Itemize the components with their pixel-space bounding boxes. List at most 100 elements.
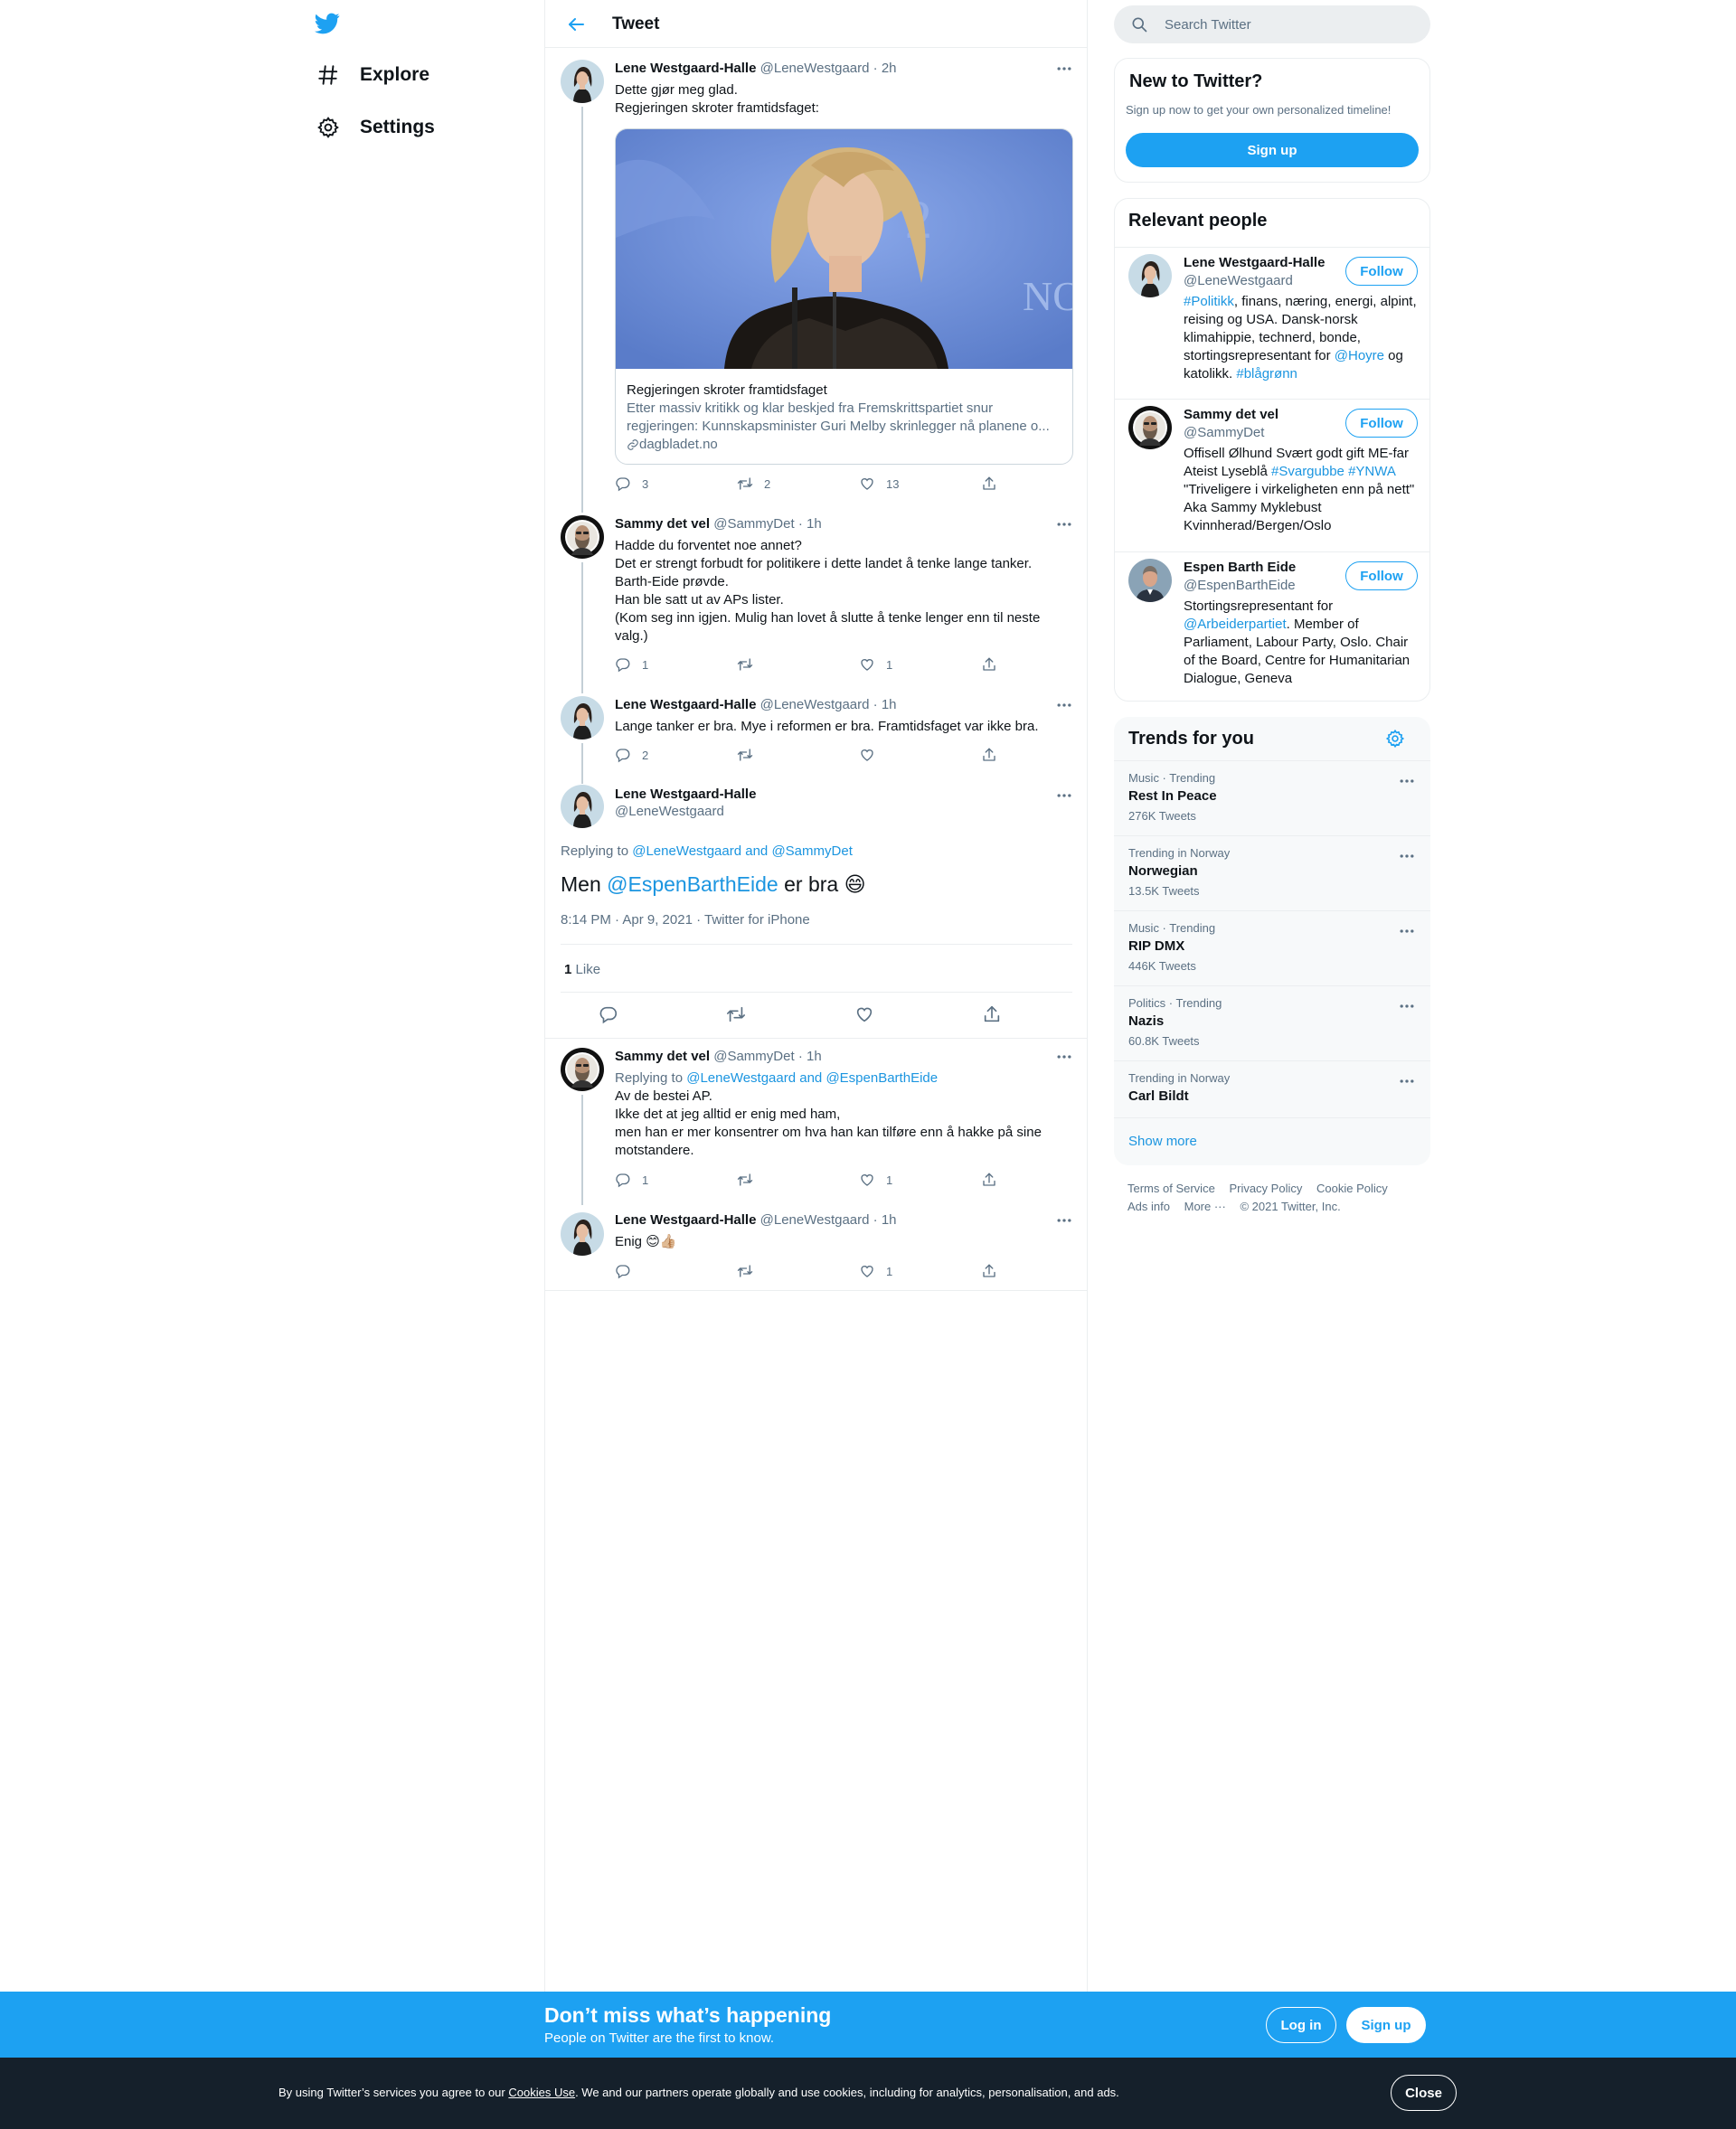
- avatar[interactable]: [561, 696, 604, 739]
- more-icon[interactable]: [1055, 60, 1073, 78]
- retweet-button[interactable]: [726, 1004, 746, 1024]
- terms-link[interactable]: Terms of Service: [1127, 1182, 1215, 1195]
- tweet-source[interactable]: Twitter for iPhone: [704, 912, 810, 928]
- author-handle[interactable]: @SammyDet: [713, 516, 794, 532]
- tweet-time[interactable]: · 2h: [873, 61, 897, 76]
- tweet-time[interactable]: · 1h: [798, 1049, 822, 1064]
- share-button[interactable]: [981, 476, 997, 492]
- author-handle[interactable]: @SammyDet: [713, 1049, 794, 1064]
- reply-button[interactable]: 2: [615, 747, 648, 763]
- bio-link[interactable]: #Svargubbe: [1271, 464, 1344, 479]
- person-cell[interactable]: Espen Barth Eide @EspenBarthEide Follow …: [1115, 551, 1429, 701]
- share-button[interactable]: [981, 747, 997, 763]
- thread-tweet[interactable]: Lene Westgaard-Halle @LeneWestgaard · 1h…: [545, 690, 1088, 784]
- mention-link[interactable]: @LeneWestgaard: [632, 843, 741, 859]
- retweet-button[interactable]: [737, 656, 764, 673]
- retweet-button[interactable]: [737, 1263, 753, 1279]
- nav-explore[interactable]: Explore: [316, 57, 429, 93]
- more-icon[interactable]: [1055, 787, 1073, 805]
- more-icon[interactable]: [1055, 515, 1073, 533]
- like-button[interactable]: 1: [859, 1172, 892, 1188]
- mention-link[interactable]: @SammyDet: [771, 843, 852, 859]
- author-name[interactable]: Lene Westgaard-Halle: [615, 61, 756, 76]
- reply-button[interactable]: 1: [615, 1172, 648, 1188]
- share-button[interactable]: [981, 1263, 997, 1279]
- more-icon[interactable]: [1398, 1072, 1416, 1090]
- person-handle[interactable]: @LeneWestgaard: [1184, 273, 1293, 288]
- reply-button[interactable]: [615, 1263, 631, 1279]
- avatar[interactable]: [1128, 559, 1172, 602]
- retweet-button[interactable]: 2: [737, 476, 770, 492]
- reply-tweet[interactable]: Sammy det vel @SammyDet · 1h Replying to…: [545, 1039, 1088, 1205]
- share-button[interactable]: [981, 1172, 997, 1188]
- thread-tweet[interactable]: Sammy det vel @SammyDet · 1h Hadde du fo…: [545, 509, 1088, 693]
- trend-item[interactable]: Politics · Trending Nazis 60.8K Tweets: [1114, 985, 1430, 1060]
- person-handle[interactable]: @SammyDet: [1184, 425, 1264, 440]
- trend-item[interactable]: Music · Trending Rest In Peace 276K Twee…: [1114, 760, 1430, 835]
- login-button[interactable]: Log in: [1266, 2007, 1336, 2043]
- thread-tweet[interactable]: Lene Westgaard-Halle @LeneWestgaard · 2h…: [545, 49, 1088, 513]
- more-icon[interactable]: [1055, 696, 1073, 714]
- link-card[interactable]: NO 2 Regjeringen skroter framtidsfaget E…: [615, 128, 1073, 465]
- bio-link[interactable]: @Hoyre: [1335, 348, 1384, 363]
- retweet-button[interactable]: [737, 1172, 753, 1188]
- person-name[interactable]: Lene Westgaard-Halle: [1184, 255, 1325, 270]
- avatar[interactable]: [561, 1212, 604, 1256]
- more-icon[interactable]: [1055, 1048, 1073, 1066]
- author-handle[interactable]: @LeneWestgaard: [760, 1212, 870, 1228]
- reply-button[interactable]: 1: [615, 656, 648, 673]
- follow-button[interactable]: Follow: [1345, 561, 1418, 590]
- person-name[interactable]: Sammy det vel: [1184, 407, 1278, 422]
- bio-link[interactable]: #YNWA: [1348, 464, 1395, 479]
- bio-link[interactable]: @Arbeiderpartiet: [1184, 617, 1287, 632]
- mention-link[interactable]: @EspenBarthEide: [607, 872, 778, 896]
- share-button[interactable]: [982, 1004, 1002, 1024]
- person-name[interactable]: Espen Barth Eide: [1184, 560, 1296, 575]
- tweet-time[interactable]: · 1h: [873, 1212, 897, 1228]
- more-link[interactable]: More ···: [1184, 1200, 1226, 1213]
- retweet-button[interactable]: [737, 747, 753, 763]
- person-handle[interactable]: @EspenBarthEide: [1184, 578, 1296, 593]
- more-icon[interactable]: [1398, 922, 1416, 940]
- follow-button[interactable]: Follow: [1345, 409, 1418, 438]
- bio-link[interactable]: #blågrønn: [1236, 366, 1297, 382]
- avatar[interactable]: [1128, 406, 1172, 449]
- trend-item[interactable]: Trending in Norway Carl Bildt: [1114, 1060, 1430, 1117]
- author-handle[interactable]: @LeneWestgaard: [760, 61, 870, 76]
- avatar[interactable]: [561, 515, 604, 559]
- signup-button[interactable]: Sign up: [1346, 2007, 1426, 2043]
- more-icon[interactable]: [1055, 1211, 1073, 1229]
- avatar[interactable]: [561, 1048, 604, 1091]
- nav-settings[interactable]: Settings: [316, 109, 435, 146]
- show-more-link[interactable]: Show more: [1128, 1134, 1197, 1149]
- avatar[interactable]: [561, 785, 604, 828]
- bio-link[interactable]: #Politikk: [1184, 294, 1234, 309]
- tweet-timestamp[interactable]: 8:14 PM · Apr 9, 2021: [561, 912, 693, 928]
- author-name[interactable]: Lene Westgaard-Halle: [615, 697, 756, 712]
- reply-tweet[interactable]: Lene Westgaard-Halle @LeneWestgaard · 1h…: [545, 1201, 1088, 1290]
- person-cell[interactable]: Sammy det vel @SammyDet Follow Offisell …: [1115, 399, 1429, 551]
- follow-button[interactable]: Follow: [1345, 257, 1418, 286]
- avatar[interactable]: [561, 60, 604, 103]
- mention-link[interactable]: @EspenBarthEide: [826, 1070, 938, 1086]
- likes-summary[interactable]: 1 Like: [564, 962, 600, 977]
- search-box[interactable]: [1114, 5, 1430, 43]
- mention-link[interactable]: @LeneWestgaard: [686, 1070, 796, 1086]
- cookies-use-link[interactable]: Cookies Use: [508, 2086, 575, 2099]
- like-button[interactable]: [859, 747, 875, 763]
- gear-icon[interactable]: [1385, 729, 1405, 749]
- author-name[interactable]: Sammy det vel: [615, 516, 710, 532]
- author-name[interactable]: Lene Westgaard-Halle: [615, 787, 756, 802]
- signup-button[interactable]: Sign up: [1126, 133, 1419, 167]
- twitter-bird-icon[interactable]: [314, 11, 341, 36]
- person-cell[interactable]: Lene Westgaard-Halle @LeneWestgaard Foll…: [1115, 247, 1429, 399]
- tweet-time[interactable]: · 1h: [798, 516, 822, 532]
- privacy-link[interactable]: Privacy Policy: [1229, 1182, 1302, 1195]
- search-input[interactable]: [1165, 16, 1418, 33]
- cookie-policy-link[interactable]: Cookie Policy: [1316, 1182, 1388, 1195]
- share-button[interactable]: [981, 656, 997, 673]
- avatar[interactable]: [1128, 254, 1172, 297]
- reply-button[interactable]: [599, 1004, 618, 1024]
- arrow-left-icon[interactable]: [565, 14, 587, 35]
- like-button[interactable]: 13: [859, 476, 899, 492]
